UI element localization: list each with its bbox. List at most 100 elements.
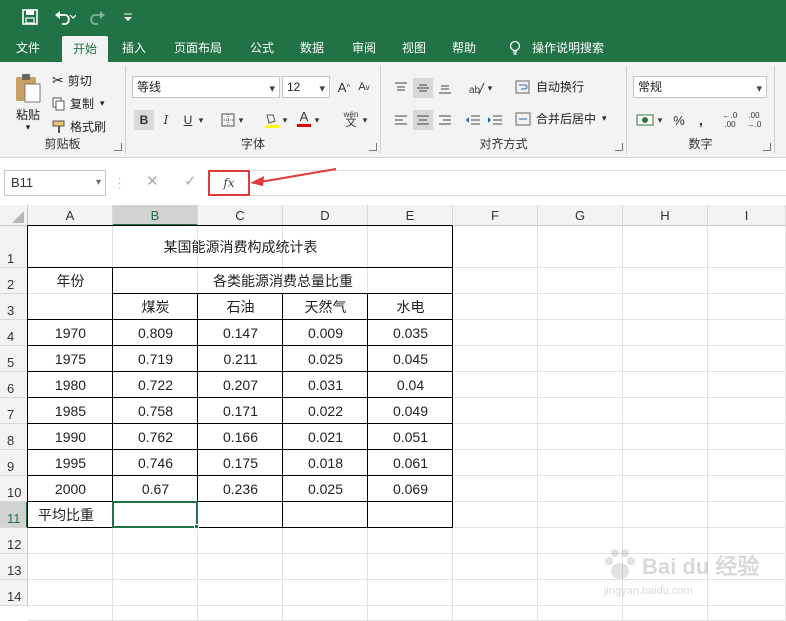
selected-cell-highlight[interactable] [112,501,198,528]
data-cell[interactable]: 1995 [28,450,113,476]
data-cell[interactable]: 0.025 [283,476,368,502]
increase-decimal-icon[interactable]: ←.0.00 [719,108,741,132]
tab-insert[interactable]: 插入 [114,34,154,62]
bold-icon[interactable]: B [134,110,154,130]
sub-header-1[interactable]: 石油 [198,294,283,320]
data-cell[interactable]: 0.009 [283,320,368,346]
avg-label[interactable]: 平均比重 [28,502,113,528]
font-size-select[interactable]: 12 ▾ [282,76,330,98]
borders-icon[interactable] [218,110,238,130]
decrease-decimal-icon[interactable]: .00 →.0 [743,108,765,132]
font-launcher-icon[interactable] [369,143,377,151]
format-painter-button[interactable]: 格式刷 [52,118,106,135]
percent-icon[interactable]: % [669,110,689,130]
tell-me-search[interactable]: 操作说明搜索 [500,34,612,62]
number-launcher-icon[interactable] [763,143,771,151]
data-cell[interactable]: 0.719 [113,346,198,372]
italic-icon[interactable]: I [156,110,176,130]
data-cell[interactable]: 0.67 [113,476,198,502]
cancel-icon[interactable]: ✕ [146,172,159,190]
data-cell[interactable]: 0.175 [198,450,283,476]
align-top-icon[interactable] [391,78,411,98]
redo-icon[interactable] [86,6,112,28]
data-cell[interactable]: 0.022 [283,398,368,424]
paste-dropdown-icon[interactable]: ▾ [26,123,31,132]
undo-icon[interactable] [50,6,80,28]
enter-check-icon[interactable]: ✓ [184,172,197,190]
comma-style-icon[interactable]: , [691,110,711,130]
data-cell[interactable]: 0.045 [368,346,453,372]
sub-header-2[interactable]: 天然气 [283,294,368,320]
cut-button[interactable]: ✂ 剪切 [52,72,92,89]
data-cell[interactable]: 0.031 [283,372,368,398]
accounting-dropdown-icon[interactable]: ▾ [655,110,665,130]
table-title[interactable]: 某国能源消费构成统计表 [28,226,453,268]
data-cell[interactable]: 0.171 [198,398,283,424]
clipboard-launcher-icon[interactable] [114,143,122,151]
increase-indent-icon[interactable] [485,110,505,130]
data-cell[interactable]: 0.051 [368,424,453,450]
phonetic-dropdown-icon[interactable]: ▾ [360,110,370,130]
data-cell[interactable]: 1975 [28,346,113,372]
data-cell[interactable]: 0.049 [368,398,453,424]
paste-button[interactable]: 粘贴 ▾ [12,72,44,132]
font-color-dropdown-icon[interactable]: ▾ [312,110,322,130]
merge-center-button[interactable]: 合并后居中 ▾ [515,110,607,127]
tab-review[interactable]: 审阅 [344,34,384,62]
customize-quick-access-icon[interactable] [120,6,136,28]
decrease-indent-icon[interactable] [463,110,483,130]
font-color-icon[interactable]: A [294,108,314,128]
data-cell[interactable]: 0.018 [283,450,368,476]
data-cell[interactable]: 0.762 [113,424,198,450]
align-middle-icon[interactable] [413,78,433,98]
data-cell[interactable]: 0.147 [198,320,283,346]
borders-dropdown-icon[interactable]: ▾ [236,110,246,130]
data-cell[interactable]: 0.069 [368,476,453,502]
data-cell[interactable]: 0.025 [283,346,368,372]
tab-home[interactable]: 开始 [62,36,108,62]
sub-header-3[interactable]: 水电 [368,294,453,320]
data-cell[interactable]: 1985 [28,398,113,424]
tab-file[interactable]: 文件 [8,34,48,62]
data-cell[interactable]: 0.211 [198,346,283,372]
data-cell[interactable]: 0.061 [368,450,453,476]
group-header[interactable]: 各类能源消费总量比重 [113,268,453,294]
tab-view[interactable]: 视图 [394,34,434,62]
data-cell[interactable]: 1970 [28,320,113,346]
decrease-font-size-icon[interactable]: Av [354,77,374,97]
orientation-icon[interactable]: ab [467,78,487,98]
worksheet-grid[interactable]: ABCDEFGHI 1 2 3 4 5 6 7 8 9 10 11 12 13 14 某国能源消费构成统计… [0,205,786,621]
save-icon[interactable] [20,6,40,28]
increase-font-size-icon[interactable]: A ^ [334,77,354,97]
splitter-handle[interactable]: · · · [118,174,122,194]
data-cell[interactable]: 0.236 [198,476,283,502]
tab-formulas[interactable]: 公式 [242,34,282,62]
fill-color-dropdown-icon[interactable]: ▾ [280,110,290,130]
data-cell[interactable]: 0.722 [113,372,198,398]
underline-icon[interactable]: U [178,110,198,130]
data-cell[interactable]: 0.809 [113,320,198,346]
fill-color-icon[interactable] [262,110,282,130]
align-center-icon[interactable] [413,110,433,130]
accounting-format-icon[interactable] [635,110,655,130]
align-bottom-icon[interactable] [435,78,455,98]
align-left-icon[interactable] [391,110,411,130]
data-cell[interactable]: 1980 [28,372,113,398]
fill-handle[interactable] [194,524,199,529]
year-header[interactable]: 年份 [28,268,113,294]
data-cell[interactable]: 2000 [28,476,113,502]
font-name-select[interactable]: 等线 ▾ [132,76,280,98]
phonetic-guide-icon[interactable]: wén 文 [340,106,362,132]
chevron-down-icon[interactable]: ▾ [602,113,607,124]
tab-help[interactable]: 帮助 [444,34,484,62]
sub-header-0[interactable]: 煤炭 [113,294,198,320]
wrap-text-button[interactable]: 自动换行 [515,78,584,95]
data-cell[interactable]: 1990 [28,424,113,450]
orientation-dropdown-icon[interactable]: ▾ [485,78,495,98]
alignment-launcher-icon[interactable] [615,143,623,151]
data-cell[interactable]: 0.758 [113,398,198,424]
data-cell[interactable]: 0.746 [113,450,198,476]
tab-page-layout[interactable]: 页面布局 [166,34,230,62]
tab-data[interactable]: 数据 [292,34,332,62]
chevron-down-icon[interactable]: ▾ [96,171,101,195]
